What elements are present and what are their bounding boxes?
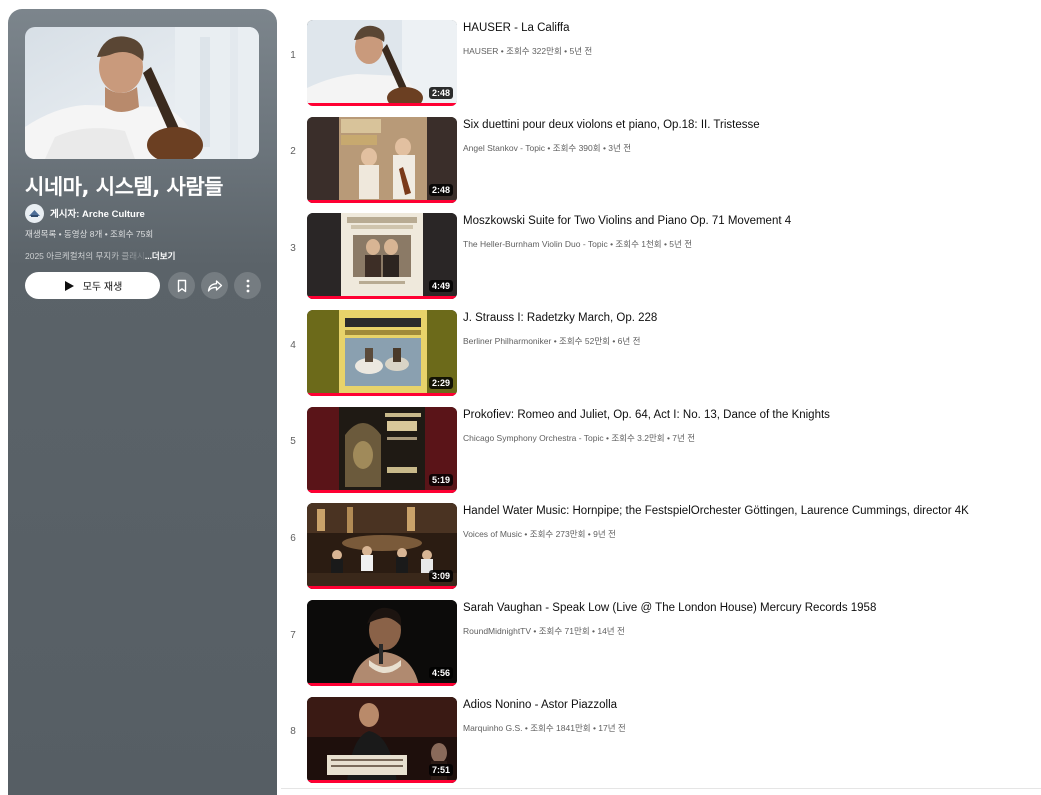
video-row[interactable]: 5 5:19 Prokofiev: Romeo and Juliet, Op. …	[281, 399, 1041, 496]
video-meta[interactable]: Marquinho G.S. • 조회수 1841만회 • 17년 전	[463, 722, 626, 734]
video-thumbnail[interactable]: 4:49	[307, 213, 457, 300]
video-meta[interactable]: Angel Stankov - Topic • 조회수 390회 • 3년 전	[463, 142, 631, 154]
video-row[interactable]: 3 4:49 Moszkowski Suite for Two Violins …	[281, 205, 1041, 302]
video-thumbnail[interactable]: 7:51	[307, 696, 457, 783]
video-index: 4	[290, 339, 296, 351]
video-meta[interactable]: The Heller-Burnham Violin Duo - Topic • …	[463, 238, 692, 250]
playlist-actions: 모두 재생	[25, 272, 261, 299]
watch-progress-bar	[307, 779, 457, 783]
video-title[interactable]: Prokofiev: Romeo and Juliet, Op. 64, Act…	[463, 409, 1038, 421]
video-title[interactable]: Handel Water Music: Hornpipe; the Festsp…	[463, 505, 1038, 517]
video-duration: 2:48	[428, 87, 453, 99]
video-row[interactable]: 1 2:48 HAUSER - La Califfa HAUSER • 조회수 …	[281, 12, 1041, 109]
playlist-video-list: 1 2:48 HAUSER - La Califfa HAUSER • 조회수 …	[281, 12, 1041, 786]
video-meta[interactable]: Chicago Symphony Orchestra - Topic • 조회수…	[463, 432, 695, 444]
owner-name[interactable]: 게시자: Arche Culture	[50, 206, 145, 220]
list-divider	[281, 788, 1041, 789]
video-title[interactable]: Moszkowski Suite for Two Violins and Pia…	[463, 215, 1038, 227]
video-title[interactable]: Six duettini pour deux violons et piano,…	[463, 119, 1038, 131]
video-duration: 2:48	[428, 183, 453, 196]
video-index: 1	[290, 49, 296, 61]
video-row[interactable]: 6 3:09 Handel Water Music: Hornpipe; the…	[281, 495, 1041, 592]
video-index: 2	[290, 146, 296, 158]
watch-progress-bar	[307, 103, 457, 106]
save-playlist-button[interactable]	[168, 272, 195, 299]
playlist-cover-image[interactable]	[25, 27, 259, 159]
video-meta[interactable]: Voices of Music • 조회수 273만회 • 9년 전	[463, 528, 616, 540]
play-icon	[64, 280, 74, 291]
owner-avatar[interactable]	[25, 203, 44, 223]
video-meta[interactable]: Berliner Philharmoniker • 조회수 52만회 • 6년 …	[463, 335, 640, 347]
share-button[interactable]	[201, 272, 228, 299]
video-duration: 5:19	[428, 473, 453, 486]
video-title[interactable]: HAUSER - La Califfa	[463, 22, 1038, 34]
watch-progress-bar	[307, 586, 457, 590]
video-duration: 4:56	[428, 667, 453, 680]
watch-progress-bar	[307, 489, 457, 493]
video-thumbnail[interactable]: 3:09	[307, 503, 457, 590]
playlist-meta: 재생목록 • 동영상 8개 • 조회수 75회	[25, 229, 154, 239]
video-index: 6	[290, 532, 296, 544]
video-thumbnail[interactable]: 5:19	[307, 406, 457, 493]
playlist-owner[interactable]: 게시자: Arche Culture	[25, 203, 145, 223]
video-row[interactable]: 2 2:48 Six duettini pour deux violons et…	[281, 109, 1041, 206]
video-index: 8	[290, 726, 296, 738]
bookmark-icon	[177, 279, 186, 292]
more-actions-button[interactable]	[234, 272, 261, 299]
video-thumbnail[interactable]: 4:56	[307, 600, 457, 687]
video-duration: 7:51	[428, 763, 453, 776]
video-row[interactable]: 4 2:29 J. Strauss I: Radetzky March, Op.…	[281, 302, 1041, 399]
video-title[interactable]: Sarah Vaughan - Speak Low (Live @ The Lo…	[463, 602, 1038, 614]
video-duration: 2:29	[428, 377, 453, 390]
video-meta[interactable]: RoundMidnightTV • 조회수 71만회 • 14년 전	[463, 625, 625, 637]
video-index: 7	[290, 629, 296, 641]
video-index: 3	[290, 242, 296, 254]
playlist-header-panel: 시네마, 시스템, 사람들 게시자: Arche Culture 재생목록 • …	[8, 9, 277, 795]
video-thumbnail[interactable]: 2:29	[307, 310, 457, 397]
watch-progress-bar	[307, 296, 457, 300]
video-index: 5	[290, 436, 296, 448]
playlist-title: 시네마, 시스템, 사람들	[25, 175, 223, 199]
video-duration: 4:49	[428, 280, 453, 293]
video-meta[interactable]: HAUSER • 조회수 322만회 • 5년 전	[463, 45, 592, 57]
video-thumbnail[interactable]: 2:48	[307, 116, 457, 203]
watch-progress-bar	[307, 199, 457, 203]
play-all-button[interactable]: 모두 재생	[25, 272, 160, 299]
video-title[interactable]: Adios Nonino - Astor Piazzolla	[463, 699, 1038, 711]
more-vert-icon	[246, 279, 249, 292]
watch-progress-bar	[307, 393, 457, 397]
description-text: 2025 아르케컬처의 무지카 클래시	[25, 251, 145, 261]
video-thumbnail[interactable]: 2:48	[307, 20, 457, 106]
play-all-label: 모두 재생	[82, 282, 123, 293]
share-icon	[207, 279, 222, 292]
video-row[interactable]: 8 7:51 Adios Nonino - Astor Piazzolla Ma	[281, 689, 1041, 786]
video-title[interactable]: J. Strauss I: Radetzky March, Op. 228	[463, 312, 1038, 324]
watch-progress-bar	[307, 683, 457, 687]
more-link[interactable]: ...더보기	[145, 251, 176, 261]
video-duration: 3:09	[428, 570, 453, 583]
playlist-description: 2025 아르케컬처의 무지카 클래시...더보기	[25, 250, 265, 262]
playlist-page: 시네마, 시스템, 사람들 게시자: Arche Culture 재생목록 • …	[0, 0, 1041, 795]
video-row[interactable]: 7 4:56 Sarah Vaughan - Speak Low (Live @…	[281, 592, 1041, 689]
